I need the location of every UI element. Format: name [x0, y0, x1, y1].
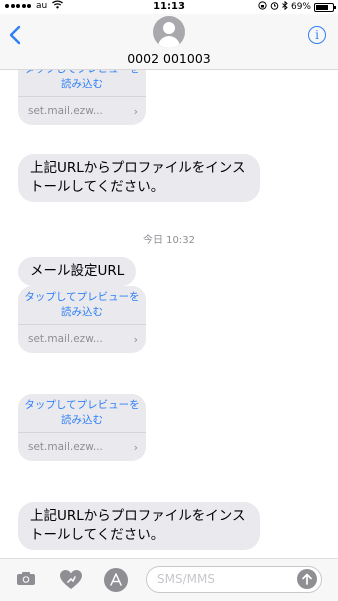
contact-avatar[interactable] — [153, 16, 185, 48]
link-url-bar[interactable]: set.mail.ezw... › — [18, 432, 146, 461]
send-button[interactable] — [297, 569, 317, 589]
alarm-icon — [270, 1, 279, 13]
timestamp: 今日 10:32 — [143, 235, 195, 246]
link-url: set.mail.ezw... — [28, 333, 103, 345]
message-input[interactable]: SMS/MMS — [146, 566, 322, 593]
camera-button[interactable] — [16, 571, 36, 586]
bluetooth-icon — [282, 0, 288, 13]
link-url-bar[interactable]: set.mail.ezw... › — [18, 96, 146, 125]
digital-touch-button[interactable] — [59, 569, 83, 591]
link-preview-bubble[interactable]: タップしてプレビューを読み込む set.mail.ezw... › — [18, 394, 146, 461]
conversation-header: 0002 001003 i — [0, 14, 338, 70]
link-url-bar[interactable]: set.mail.ezw... › — [18, 324, 146, 353]
compose-bar: SMS/MMS — [0, 558, 338, 601]
chevron-right-icon: › — [133, 440, 138, 454]
message-bubble: 上記URLからプロファイルをインストールしてください。 — [18, 502, 260, 550]
message-bubble: 上記URLからプロファイルをインストールしてください。 — [18, 154, 260, 202]
link-preview-bubble[interactable]: タップしてプレビューを読み込む set.mail.ezw... › — [18, 286, 146, 353]
link-preview-prompt[interactable]: タップしてプレビューを読み込む — [18, 70, 146, 96]
link-url: set.mail.ezw... — [28, 105, 103, 117]
camera-icon — [17, 572, 35, 585]
contact-name[interactable]: 0002 001003 — [0, 51, 338, 66]
status-bar: au 11:13 69% — [0, 0, 338, 14]
message-bubble: メール設定URL — [18, 257, 137, 286]
app-store-icon — [110, 573, 122, 586]
battery-icon — [314, 2, 336, 12]
lock-rotation-icon — [258, 1, 267, 13]
link-preview-prompt[interactable]: タップしてプレビューを読み込む — [18, 394, 146, 432]
info-button[interactable]: i — [308, 26, 326, 44]
link-preview-prompt[interactable]: タップしてプレビューを読み込む — [18, 286, 146, 324]
back-button[interactable] — [8, 24, 22, 46]
link-preview-bubble[interactable]: タップしてプレビューを読み込む set.mail.ezw... › — [18, 70, 146, 125]
chevron-right-icon: › — [133, 104, 138, 118]
chevron-right-icon: › — [133, 332, 138, 346]
message-thread[interactable]: タップしてプレビューを読み込む set.mail.ezw... › 上記URLか… — [0, 70, 338, 558]
chevron-left-icon — [9, 25, 21, 45]
arrow-up-icon — [302, 573, 312, 585]
heart-hand-icon — [60, 570, 82, 589]
app-store-button[interactable] — [104, 568, 128, 592]
link-url: set.mail.ezw... — [28, 441, 103, 453]
battery-percent: 69% — [290, 2, 311, 12]
